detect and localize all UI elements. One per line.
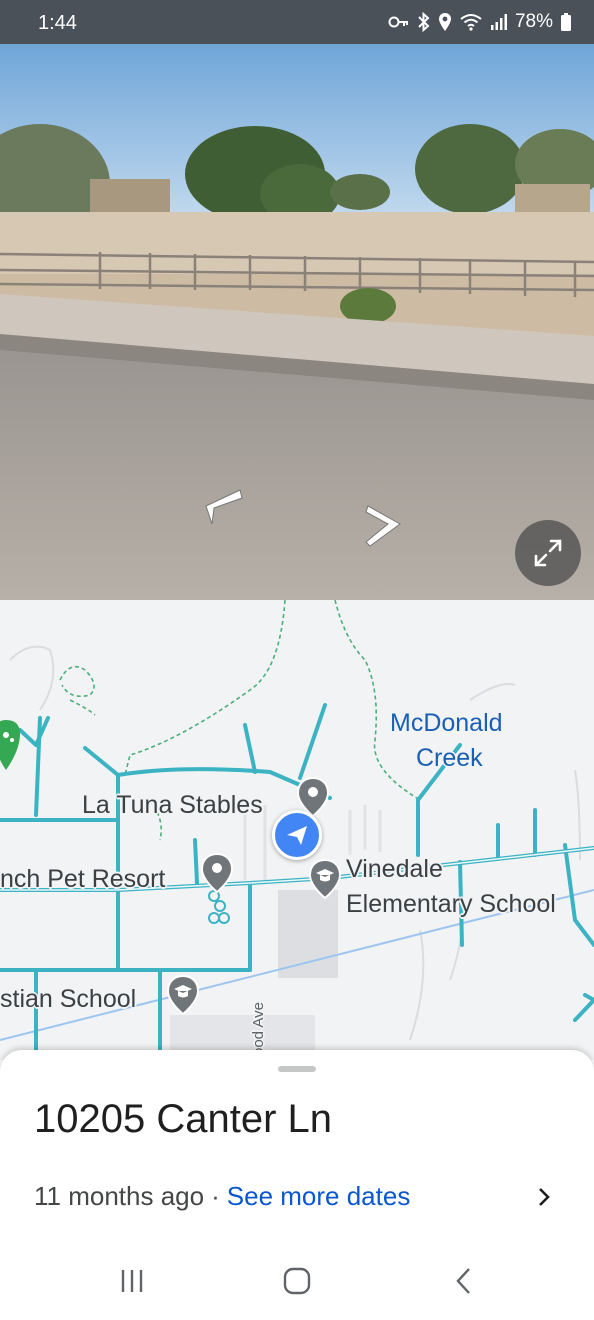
chevron-right-icon: [539, 1188, 550, 1206]
home-button[interactable]: [277, 1264, 317, 1298]
bluetooth-icon: [417, 12, 431, 32]
battery-percentage: 78%: [514, 11, 553, 32]
location-icon: [438, 12, 452, 32]
capture-date: 11 months ago: [34, 1180, 205, 1211]
christian-school-label[interactable]: stian School: [0, 984, 136, 1014]
back-icon: [456, 1268, 470, 1294]
street-view-scene: [0, 44, 594, 600]
recents-icon: [121, 1270, 143, 1292]
home-icon: [283, 1267, 311, 1295]
see-more-dates-chevron[interactable]: [534, 1186, 554, 1208]
christian-school-pin-icon[interactable]: [166, 974, 200, 1021]
mcdonald-creek-label-line2: Creek: [416, 744, 483, 772]
map-view[interactable]: La Tuna Stables McDonald Creek nch Pet R…: [0, 600, 594, 1060]
see-more-dates-link[interactable]: See more dates: [227, 1181, 411, 1212]
school-pin-icon[interactable]: [308, 858, 342, 905]
navigation-arrow-icon: [287, 826, 307, 845]
signal-icon: [490, 13, 508, 31]
vinedale-label-line2[interactable]: Elementary School: [346, 889, 556, 919]
capture-date-row[interactable]: 11 months ago · See more dates: [34, 1180, 564, 1212]
system-navigation-bar: [0, 1240, 594, 1320]
status-time: 1:44: [38, 12, 77, 34]
chevron-right-icon: [365, 505, 401, 547]
back-button[interactable]: [444, 1264, 484, 1298]
battery-icon: [560, 12, 572, 32]
street-name-label: ood Ave: [250, 1002, 267, 1056]
pan-left-arrow[interactable]: [200, 486, 244, 528]
vinedale-label-line1[interactable]: Vinedale: [346, 854, 443, 884]
expand-icon: [534, 539, 562, 567]
drag-handle[interactable]: [278, 1066, 316, 1072]
address-title: 10205 Canter Ln: [34, 1097, 333, 1141]
pet-resort-label[interactable]: nch Pet Resort: [0, 864, 165, 894]
chevron-left-icon: [205, 489, 243, 525]
recents-button[interactable]: [112, 1264, 152, 1298]
expand-button[interactable]: [515, 520, 581, 586]
current-location-marker[interactable]: [272, 810, 322, 860]
pan-right-arrow[interactable]: [362, 502, 406, 550]
key-icon: [388, 15, 410, 29]
separator-dot: ·: [211, 1180, 220, 1211]
wifi-icon: [459, 12, 483, 32]
status-icons: 78%: [388, 11, 572, 33]
pet-resort-pin-icon[interactable]: [200, 852, 234, 899]
la-tuna-stables-label[interactable]: La Tuna Stables: [82, 790, 263, 820]
street-view-image[interactable]: [0, 44, 594, 600]
status-bar: 1:44 78%: [0, 0, 594, 44]
mcdonald-creek-label-line1: McDonald: [390, 709, 503, 737]
